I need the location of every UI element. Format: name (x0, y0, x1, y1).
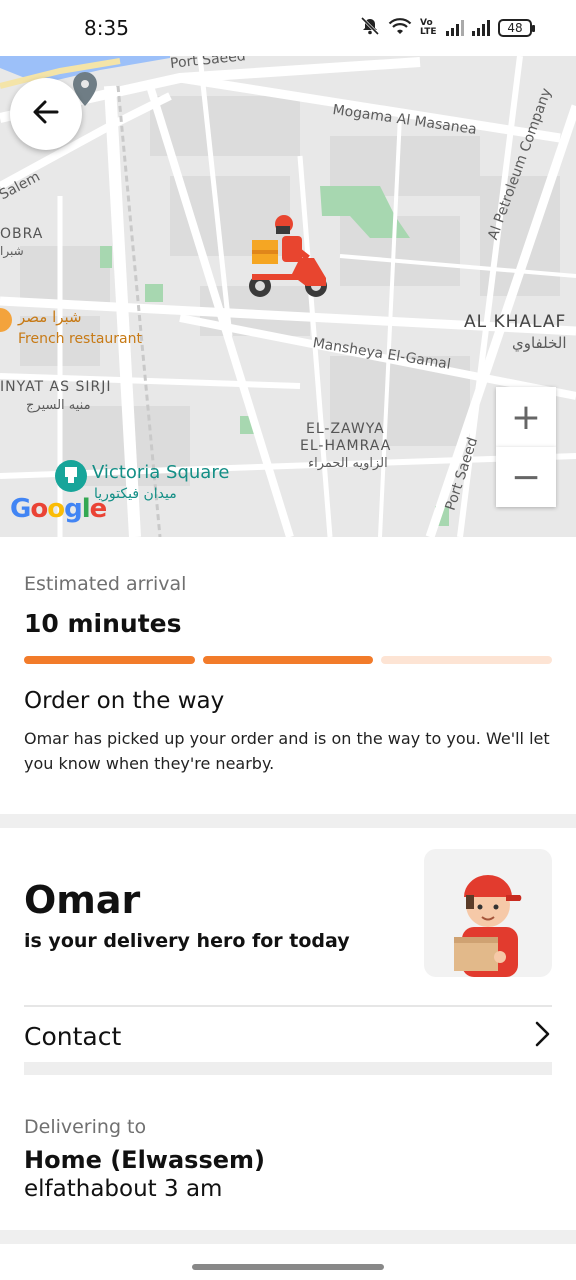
hero-subtitle: is your delivery hero for today (24, 930, 350, 952)
delivery-address-section: Delivering to Home (Elwassem) elfathabou… (24, 1116, 265, 1202)
status-bar: 8:35 Vo LTE 48 (0, 0, 576, 56)
contact-button[interactable]: Contact (24, 1008, 552, 1064)
map-label-victoria: Victoria Square (92, 462, 230, 483)
map-label-minyat: INYAT AS SIRJI (0, 379, 112, 395)
order-status-title: Order on the way (24, 688, 225, 714)
minus-icon: − (510, 456, 542, 498)
map-label-french-restaurant: French restaurant (18, 331, 142, 347)
map-label-minyat-ar: منيه السيرج (26, 398, 91, 413)
eta-label: Estimated arrival (24, 573, 187, 595)
delivery-address: elfathabout 3 am (24, 1176, 223, 1202)
battery-level: 48 (507, 21, 523, 35)
map-label-al-khalafawy: AL KHALAF (464, 312, 567, 332)
delivery-place: Home (Elwassem) (24, 1146, 265, 1174)
zoom-out-button[interactable]: − (496, 447, 556, 507)
map-label-al-khalafawy-ar: الخلفاوي (512, 334, 567, 352)
progress-step-1 (24, 656, 195, 664)
zoom-in-button[interactable]: + (496, 387, 556, 447)
divider (24, 1005, 552, 1007)
eta-section: Estimated arrival 10 minutes Order on th… (0, 537, 576, 814)
arrow-left-icon (31, 97, 61, 131)
map-label-shobra-ar: شبرا (0, 244, 24, 258)
signal-icon (446, 20, 464, 36)
delivering-to-label: Delivering to (24, 1116, 147, 1138)
eta-value: 10 minutes (24, 609, 182, 638)
progress-step-3 (381, 656, 553, 664)
contact-label: Contact (24, 1021, 122, 1051)
map-canvas (0, 56, 576, 537)
status-icons: Vo LTE 48 (360, 16, 535, 40)
plus-icon: + (510, 396, 542, 438)
map[interactable]: Port Saeed Mogama Al Masanea Al Petroleu… (0, 56, 576, 537)
home-indicator[interactable] (192, 1264, 384, 1270)
map-label-zawya-2: EL-HAMRAA (300, 438, 392, 454)
google-logo: Google (10, 494, 107, 524)
map-label-zawya-1: EL-ZAWYA (306, 421, 385, 437)
section-divider (0, 814, 576, 828)
bell-off-icon (360, 16, 380, 40)
wifi-icon (388, 16, 412, 40)
hero-name: Omar (24, 878, 141, 922)
delivery-progress (24, 656, 553, 664)
volte-label: Vo LTE (420, 18, 437, 37)
contact-underline (24, 1062, 552, 1075)
delivery-person-icon (454, 875, 522, 977)
map-label-shobra: OBRA (0, 226, 44, 242)
map-label-zawya-ar: الزاويه الحمراء (308, 456, 388, 471)
hero-avatar (424, 849, 552, 977)
progress-step-2 (202, 656, 374, 664)
map-label-shobra-misr: شبرا مصر (18, 308, 82, 326)
section-divider (0, 1230, 576, 1244)
status-time: 8:35 (84, 16, 129, 40)
back-button[interactable] (10, 78, 82, 150)
battery-icon: 48 (498, 19, 535, 37)
chevron-right-icon (532, 1020, 552, 1052)
signal-icon (472, 20, 490, 36)
order-status-desc: Omar has picked up your order and is on … (24, 729, 550, 773)
map-label-victoria-ar: ميدان فيكتوريا (94, 486, 177, 502)
